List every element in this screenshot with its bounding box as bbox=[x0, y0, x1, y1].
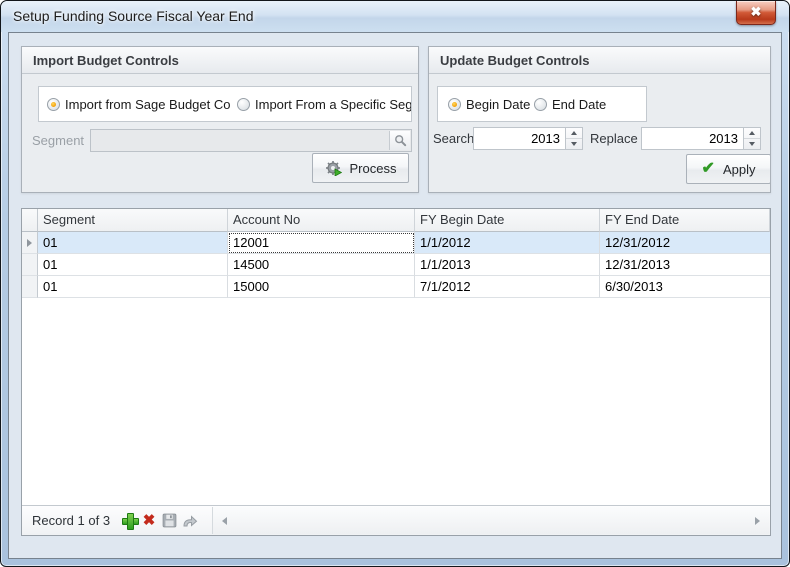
close-button[interactable]: ✖ bbox=[736, 1, 776, 25]
column-header-fy-end-date[interactable]: FY End Date bbox=[600, 209, 770, 232]
apply-button[interactable]: ✔ Apply bbox=[686, 154, 771, 184]
spin-down-icon bbox=[571, 142, 577, 146]
dialog-content: Import Budget Controls Import from Sage … bbox=[8, 32, 782, 559]
spin-up-icon bbox=[571, 131, 577, 135]
table-row: 01 12001 1/1/2012 12/31/2012 bbox=[22, 232, 770, 254]
cell-fy-end-date[interactable]: 12/31/2013 bbox=[600, 254, 770, 276]
row-indicator[interactable] bbox=[22, 276, 38, 298]
radio-import-sage[interactable]: Import from Sage Budget Co bbox=[47, 97, 230, 112]
row-indicator[interactable] bbox=[22, 254, 38, 276]
delete-record-button[interactable]: ✖ bbox=[139, 511, 159, 531]
radio-import-sage-label: Import from Sage Budget Co bbox=[65, 97, 230, 112]
import-radio-group: Import from Sage Budget Co Import From a… bbox=[38, 86, 412, 122]
grid-status-bar: Record 1 of 3 ✖ bbox=[22, 505, 770, 535]
search-spin-down-button[interactable] bbox=[566, 139, 582, 149]
radio-import-segment[interactable]: Import From a Specific Segm bbox=[237, 97, 412, 112]
cell-fy-begin-date[interactable]: 7/1/2012 bbox=[415, 276, 600, 298]
cell-fy-end-date[interactable]: 6/30/2013 bbox=[600, 276, 770, 298]
radio-end-date[interactable]: End Date bbox=[534, 97, 606, 112]
gear-icon bbox=[325, 160, 342, 176]
grid-header-indicator bbox=[22, 209, 38, 232]
cell-segment[interactable]: 01 bbox=[38, 254, 228, 276]
replace-spinner bbox=[744, 127, 761, 150]
cell-account-no[interactable]: 14500 bbox=[228, 254, 415, 276]
radio-unselected-icon bbox=[237, 98, 250, 111]
scroll-right-icon[interactable] bbox=[755, 517, 760, 525]
radio-unselected-icon bbox=[534, 98, 547, 111]
column-header-segment[interactable]: Segment bbox=[38, 209, 228, 232]
segment-label: Segment bbox=[32, 133, 84, 148]
date-radio-group: Begin Date End Date bbox=[437, 86, 647, 122]
segment-lookup-button[interactable] bbox=[389, 131, 410, 150]
search-label: Search bbox=[433, 131, 474, 146]
update-group-title: Update Budget Controls bbox=[429, 47, 770, 74]
cell-fy-begin-date[interactable]: 1/1/2013 bbox=[415, 254, 600, 276]
search-spinner bbox=[566, 127, 583, 150]
save-record-button[interactable] bbox=[159, 511, 179, 531]
spin-down-icon bbox=[749, 142, 755, 146]
table-row: 01 14500 1/1/2013 12/31/2013 bbox=[22, 254, 770, 276]
grid-empty-area bbox=[22, 298, 770, 505]
grid-header-row: Segment Account No FY Begin Date FY End … bbox=[22, 209, 770, 232]
current-row-arrow-icon bbox=[27, 239, 32, 247]
segment-input[interactable] bbox=[90, 129, 412, 152]
radio-import-segment-label: Import From a Specific Segm bbox=[255, 97, 412, 112]
scroll-left-icon[interactable] bbox=[222, 517, 227, 525]
row-indicator[interactable] bbox=[22, 232, 38, 254]
add-icon bbox=[122, 513, 137, 528]
record-count-text: Record 1 of 3 bbox=[32, 513, 110, 528]
cell-account-no[interactable]: 15000 bbox=[228, 276, 415, 298]
import-group-title: Import Budget Controls bbox=[22, 47, 418, 74]
radio-begin-date-label: Begin Date bbox=[466, 97, 530, 112]
cell-segment[interactable]: 01 bbox=[38, 276, 228, 298]
replace-spin-down-button[interactable] bbox=[744, 139, 760, 149]
radio-begin-date[interactable]: Begin Date bbox=[448, 97, 530, 112]
apply-check-icon: ✔ bbox=[702, 161, 715, 177]
cell-fy-begin-date[interactable]: 1/1/2012 bbox=[415, 232, 600, 254]
cell-fy-end-date[interactable]: 12/31/2012 bbox=[600, 232, 770, 254]
search-icon bbox=[394, 134, 407, 147]
process-button[interactable]: Process bbox=[312, 153, 409, 183]
delete-icon: ✖ bbox=[143, 513, 156, 528]
add-record-button[interactable] bbox=[119, 511, 139, 531]
spin-up-icon bbox=[749, 131, 755, 135]
dialog-window: Setup Funding Source Fiscal Year End ✖ I… bbox=[0, 0, 790, 567]
horizontal-scrollbar[interactable] bbox=[212, 507, 769, 534]
search-spin-up-button[interactable] bbox=[566, 128, 582, 139]
replace-spin-up-button[interactable] bbox=[744, 128, 760, 139]
save-icon bbox=[162, 513, 177, 528]
close-icon: ✖ bbox=[751, 4, 762, 19]
column-header-fy-begin-date[interactable]: FY Begin Date bbox=[415, 209, 600, 232]
title-bar: Setup Funding Source Fiscal Year End ✖ bbox=[1, 1, 789, 32]
table-row: 01 15000 7/1/2012 6/30/2013 bbox=[22, 276, 770, 298]
process-button-label: Process bbox=[350, 161, 397, 176]
undo-icon bbox=[181, 514, 198, 528]
import-budget-controls-group: Import Budget Controls Import from Sage … bbox=[21, 46, 419, 193]
apply-button-label: Apply bbox=[723, 162, 756, 177]
process-play-icon bbox=[335, 169, 342, 176]
radio-end-date-label: End Date bbox=[552, 97, 606, 112]
radio-selected-icon bbox=[47, 98, 60, 111]
undo-edit-button[interactable] bbox=[179, 511, 199, 531]
column-header-account-no[interactable]: Account No bbox=[228, 209, 415, 232]
replace-input[interactable]: 2013 bbox=[641, 127, 744, 150]
cell-segment[interactable]: 01 bbox=[38, 232, 228, 254]
budget-controls-grid: Segment Account No FY Begin Date FY End … bbox=[21, 208, 771, 536]
window-title: Setup Funding Source Fiscal Year End bbox=[13, 8, 254, 24]
update-budget-controls-group: Update Budget Controls Begin Date End Da… bbox=[428, 46, 771, 193]
cell-account-no-focused[interactable]: 12001 bbox=[228, 232, 415, 254]
search-input[interactable]: 2013 bbox=[473, 127, 566, 150]
replace-label: Replace bbox=[590, 131, 638, 146]
radio-selected-icon bbox=[448, 98, 461, 111]
